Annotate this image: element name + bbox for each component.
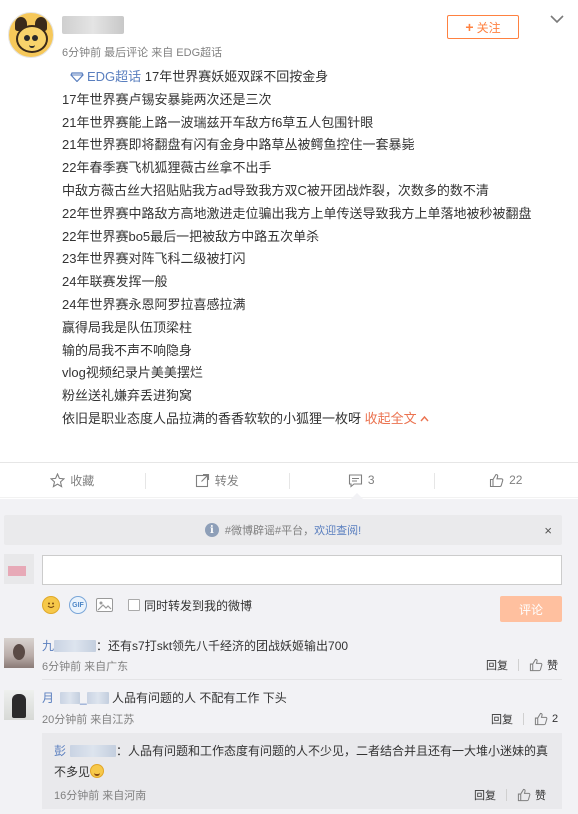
commenter-name[interactable]: 九	[42, 639, 97, 653]
comment-meta: 20分钟前 来自江苏	[42, 714, 135, 726]
collapse-text-link[interactable]: 收起全文	[365, 411, 429, 426]
chevron-up-icon	[420, 415, 429, 422]
post-line-11: 24年世界赛永恩阿罗拉喜感拉满	[62, 296, 246, 312]
image-icon[interactable]	[96, 598, 113, 612]
thumbs-up-icon	[490, 473, 504, 487]
post-line-14: vlog视频纪录片美美摆烂	[62, 365, 203, 381]
comment-actions: 回复 赞	[486, 657, 558, 673]
reply-meta: 16分钟前 来自河南	[54, 790, 147, 802]
comment-count: 3	[367, 473, 375, 487]
post-body: EDG超话 17年世界赛妖姬双踩不回按金身 17年世界赛卢锡安暴毙两次还是三次 …	[62, 66, 567, 431]
topic-link[interactable]: EDG超话	[70, 69, 141, 84]
comment-divider	[42, 679, 562, 680]
comment-text: 人品有问题的人 不配有工作 下头	[112, 691, 287, 705]
author-name-redacted[interactable]	[62, 16, 124, 34]
post-line-4: 21年世界赛即将翻盘有闪有金身中路草丛被鳄鱼控住一套暴毙	[62, 137, 415, 153]
comment-meta: 6分钟前 来自广东	[42, 661, 129, 673]
post-line-10: 24年联赛发挥一般	[62, 274, 168, 290]
rumor-notice-banner: i #微博辟谣#平台， 欢迎查阅! ×	[4, 515, 562, 545]
name-redacted	[54, 640, 97, 652]
author-avatar[interactable]	[8, 12, 54, 58]
comment-icon	[348, 473, 362, 488]
repost-checkbox[interactable]	[128, 599, 140, 611]
reply-button[interactable]: 回复	[486, 657, 508, 673]
name-redacted	[86, 692, 109, 704]
collapse-label: 收起全文	[364, 410, 417, 426]
active-tab-pointer	[350, 493, 364, 500]
plus-icon: +	[465, 19, 474, 35]
reply-text: 人品有问题和工作态度有问题的人不少见，二者结合并且还有一大堆小迷妹的真不多见	[54, 744, 549, 779]
laughing-emoji-icon	[90, 764, 105, 778]
post-meta: 6分钟前 最后评论 来自 EDG超话	[62, 47, 223, 59]
comment-actions: 回复 2	[491, 711, 558, 727]
commenter-avatar[interactable]	[4, 638, 34, 668]
thumbs-up-icon	[534, 712, 548, 726]
post-line-5: 22年春季赛飞机狐狸薇古丝拿不出手	[62, 160, 272, 176]
comment-button[interactable]: 3	[289, 463, 434, 497]
comment-input[interactable]	[42, 555, 562, 585]
notice-link[interactable]: 欢迎查阅!	[314, 522, 361, 538]
gif-icon[interactable]: GIF	[69, 596, 87, 614]
replier-name[interactable]: 彭	[54, 744, 117, 758]
thumbs-up-icon	[529, 658, 543, 672]
follow-button[interactable]: + 关注	[447, 15, 519, 39]
reply-button[interactable]: 回复	[474, 787, 496, 803]
post-line-3: 21年世界赛能上路一波瑞兹开车敌方f6草五人包围针眼	[62, 114, 374, 130]
diamond-icon	[70, 72, 84, 82]
post-line-15: 粉丝送礼嫌弃丢进狗窝	[62, 388, 193, 404]
close-icon[interactable]: ×	[544, 523, 552, 538]
name-redacted	[60, 692, 81, 704]
post-line-9: 23年世界赛对阵飞科二级被打闪	[62, 251, 246, 267]
post-line-8: 22年世界赛bo5最后一把被敌方中路五次单杀	[62, 228, 320, 244]
smiley-icon[interactable]	[42, 596, 60, 614]
like-count: 2	[552, 713, 559, 725]
like-label: 赞	[535, 790, 546, 802]
comment-text: ：还有s7打skt领先八千经济的团战妖姬输出700	[96, 639, 349, 653]
like-button[interactable]: 赞	[529, 657, 558, 673]
post-line-6: 中敌方薇古丝大招贴贴我方ad导致我方双C被开团战炸裂，次数多的数不清	[62, 182, 489, 198]
like-label: 赞	[547, 660, 558, 672]
name-redacted	[70, 745, 117, 757]
reply-button[interactable]: 回复	[491, 711, 513, 727]
favorite-label: 收藏	[70, 473, 95, 488]
post-line-12: 赢得局我是队伍顶梁柱	[62, 319, 193, 335]
post-line-1: 17年世界赛妖姬双踩不回按金身	[144, 69, 329, 84]
commenter-avatar[interactable]	[4, 690, 34, 720]
post-line-16: 依旧是职业态度人品拉满的香香软软的小狐狸一枚呀	[62, 410, 362, 426]
post-line-2: 17年世界赛卢锡安暴毙两次还是三次	[62, 91, 272, 107]
thumbs-up-icon	[517, 788, 531, 802]
post-action-bar: 收藏 转发 3 22	[0, 462, 578, 498]
chevron-down-icon[interactable]	[548, 12, 566, 26]
like-button[interactable]: 赞	[517, 787, 546, 803]
composer-toolbar: GIF 同时转发到我的微博	[42, 595, 252, 615]
submit-comment-button[interactable]: 评论	[500, 596, 562, 622]
star-icon	[50, 472, 66, 488]
repost-label: 转发	[214, 473, 239, 488]
favorite-button[interactable]: 收藏	[0, 463, 145, 497]
topic-name: EDG超话	[87, 69, 142, 84]
comment-body: 九：还有s7打skt领先八千经济的团战妖姬输出700	[42, 637, 348, 654]
info-icon: i	[204, 523, 219, 537]
notice-prefix: #微博辟谣#平台，	[224, 525, 315, 537]
post-line-7: 22年世界赛中路敌方高地激进走位骗出我方上单传送导致我方上单落地被秒被翻盘	[62, 205, 532, 221]
repost-button[interactable]: 转发	[144, 463, 290, 497]
follow-label: 关注	[476, 20, 501, 35]
current-user-avatar	[4, 554, 34, 584]
reply-body: 彭：人品有问题和工作态度有问题的人不少见，二者结合并且还有一大堆小迷妹的真不多见	[54, 744, 549, 779]
like-button[interactable]: 22	[433, 463, 578, 497]
like-count: 22	[509, 473, 523, 487]
nested-reply: 彭：人品有问题和工作态度有问题的人不少见，二者结合并且还有一大堆小迷妹的真不多见…	[42, 733, 562, 809]
reply-actions: 回复 赞	[474, 787, 546, 803]
post-line-13: 输的局我不声不响隐身	[62, 342, 193, 358]
like-button[interactable]: 2	[534, 712, 558, 726]
commenter-name[interactable]: 月 _	[42, 691, 109, 705]
share-icon	[195, 473, 209, 487]
repost-checkbox-label: 同时转发到我的微博	[144, 598, 253, 613]
comment-body: 月 _ 人品有问题的人 不配有工作 下头	[42, 689, 287, 706]
